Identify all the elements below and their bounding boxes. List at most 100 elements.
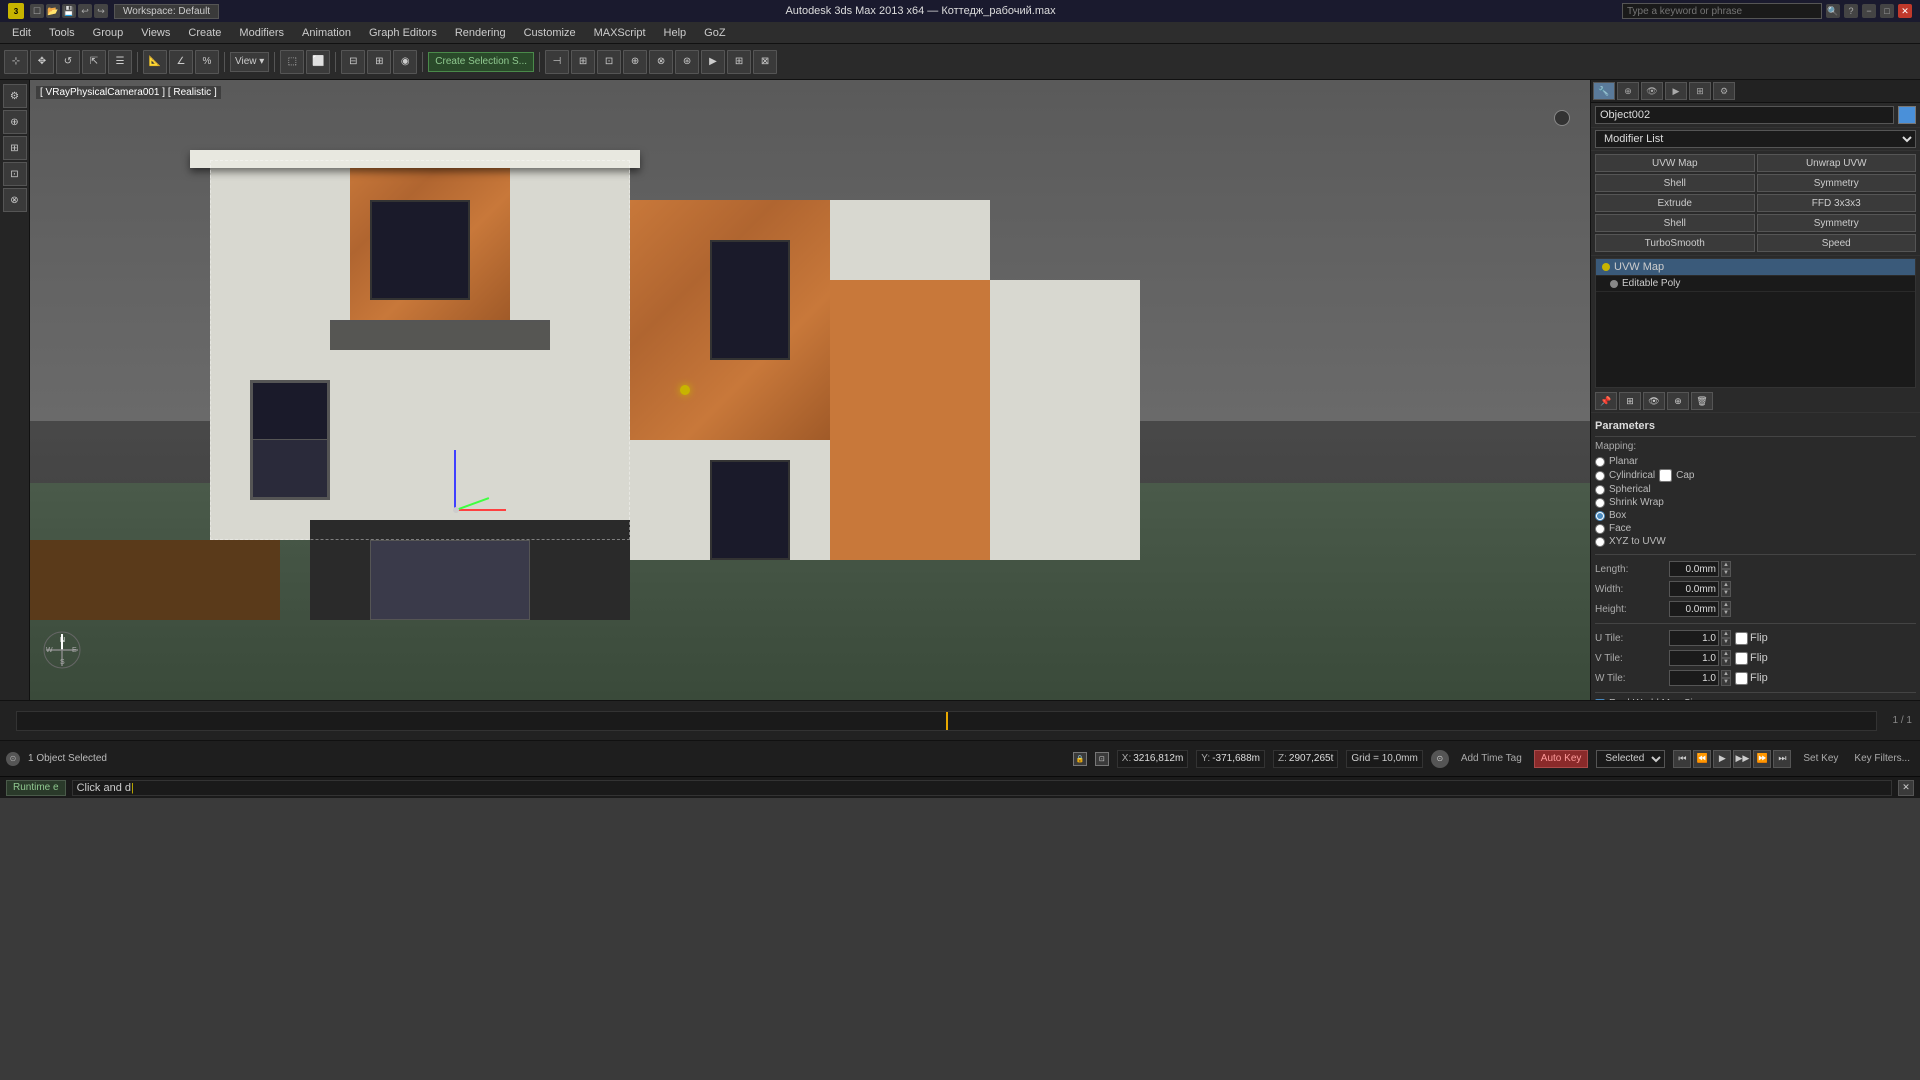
tab-display[interactable]: 👁 [1641,82,1663,100]
go-to-end[interactable]: ⏭ [1773,750,1791,768]
v-flip-checkbox[interactable] [1735,652,1748,665]
stack-item-uwwmap[interactable]: UVW Map [1596,259,1915,276]
view-dropdown[interactable]: View ▾ [230,52,269,72]
mirror-tool[interactable]: ⊣ [545,50,569,74]
maximize-button[interactable]: □ [1880,4,1894,18]
mod-btn-ffd3x3x3[interactable]: FFD 3x3x3 [1757,194,1917,212]
menu-views[interactable]: Views [133,25,178,41]
menu-group[interactable]: Group [85,25,132,41]
left-tool-2[interactable]: ⊕ [3,110,27,134]
left-tool-5[interactable]: ⊗ [3,188,27,212]
scale-tool[interactable]: ⇱ [82,50,106,74]
w-tile-input[interactable] [1669,670,1719,686]
tab-utilities[interactable]: ⚙ [1713,82,1735,100]
key-filters-link[interactable]: Key Filters... [1850,753,1914,764]
viewport[interactable]: [ VRayPhysicalCamera001 ] [ Realistic ] [30,80,1590,700]
height-input[interactable] [1669,601,1719,617]
undo-btn[interactable]: ↩ [78,4,92,18]
render-setup[interactable]: ⊛ [675,50,699,74]
search-button[interactable]: 🔍 [1826,4,1840,18]
radio-shrinkwrap-input[interactable] [1595,498,1605,508]
timeline-track[interactable] [16,711,1877,731]
menu-modifiers[interactable]: Modifiers [231,25,292,41]
help-button[interactable]: ? [1844,4,1858,18]
w-tile-down[interactable]: ▼ [1721,678,1731,686]
u-tile-down[interactable]: ▼ [1721,638,1731,646]
select-tool[interactable]: ⊹ [4,50,28,74]
quick-render[interactable]: ▶ [701,50,725,74]
tab-modify[interactable]: 🔧 [1593,82,1615,100]
menu-animation[interactable]: Animation [294,25,359,41]
rotate-tool[interactable]: ↺ [56,50,80,74]
menu-tools[interactable]: Tools [41,25,83,41]
script-close[interactable]: ✕ [1898,780,1914,796]
runtime-button[interactable]: Runtime e [6,780,66,796]
select-by-name[interactable]: ☰ [108,50,132,74]
menu-goz[interactable]: GoZ [696,25,733,41]
radio-face-input[interactable] [1595,524,1605,534]
height-up[interactable]: ▲ [1721,601,1731,609]
play-anim[interactable]: ▶▶ [1733,750,1751,768]
left-tool-1[interactable]: ⚙ [3,84,27,108]
stack-pin[interactable]: 📌 [1595,392,1617,410]
object-color-swatch[interactable] [1898,106,1916,124]
selected-dropdown[interactable]: Selected [1596,750,1665,768]
menu-rendering[interactable]: Rendering [447,25,514,41]
move-tool[interactable]: ✥ [30,50,54,74]
add-time-tag[interactable]: Add Time Tag [1457,753,1526,764]
menu-maxscript[interactable]: MAXScript [586,25,654,41]
workspace-selector[interactable]: Workspace: Default [114,4,219,19]
render-frame[interactable]: ⊞ [727,50,751,74]
window-crossing[interactable]: ⬜ [306,50,330,74]
material-editor[interactable]: ⊠ [753,50,777,74]
next-frame[interactable]: ⏩ [1753,750,1771,768]
lock-icon[interactable]: 🔒 [1073,752,1087,766]
script-input[interactable]: Click and d | [72,780,1892,796]
stack-make-unique[interactable]: ⊕ [1667,392,1689,410]
tab-motion[interactable]: ▶ [1665,82,1687,100]
mod-btn-symmetry-1[interactable]: Symmetry [1757,174,1917,192]
search-input[interactable] [1622,3,1822,19]
mod-btn-turbosmooth[interactable]: TurboSmooth [1595,234,1755,252]
menu-customize[interactable]: Customize [516,25,584,41]
stack-show-end[interactable]: ⊞ [1619,392,1641,410]
menu-create[interactable]: Create [180,25,229,41]
u-tile-input[interactable] [1669,630,1719,646]
group-manager[interactable]: ⊗ [649,50,673,74]
quick-align[interactable]: ⊡ [597,50,621,74]
align-tool[interactable]: ⊟ [341,50,365,74]
w-tile-up[interactable]: ▲ [1721,670,1731,678]
radio-box-input[interactable] [1595,511,1605,521]
left-tool-4[interactable]: ⊡ [3,162,27,186]
play-btn-main[interactable]: ▶ [1713,750,1731,768]
mod-btn-shell-1[interactable]: Shell [1595,174,1755,192]
menu-help[interactable]: Help [656,25,695,41]
height-down[interactable]: ▼ [1721,609,1731,617]
stack-remove[interactable]: 🗑 [1691,392,1713,410]
object-name-input[interactable] [1595,106,1894,124]
save-btn[interactable]: 💾 [62,4,76,18]
v-tile-down[interactable]: ▼ [1721,658,1731,666]
select-region[interactable]: ⬚ [280,50,304,74]
menu-graph-editors[interactable]: Graph Editors [361,25,445,41]
normal-align[interactable]: ⊞ [367,50,391,74]
width-up[interactable]: ▲ [1721,581,1731,589]
modifier-list-dropdown[interactable]: Modifier List [1595,130,1916,148]
array-tool[interactable]: ⊞ [571,50,595,74]
tab-create[interactable]: ⊕ [1617,82,1639,100]
new-btn[interactable]: ☐ [30,4,44,18]
snapping-icon[interactable]: ⊙ [1431,750,1449,768]
angle-snap[interactable]: ∠ [169,50,193,74]
length-down[interactable]: ▼ [1721,569,1731,577]
tab-hierarchy[interactable]: ⊞ [1689,82,1711,100]
u-tile-up[interactable]: ▲ [1721,630,1731,638]
open-btn[interactable]: 📂 [46,4,60,18]
v-tile-up[interactable]: ▲ [1721,650,1731,658]
cap-checkbox[interactable] [1659,469,1672,482]
mod-btn-symmetry-2[interactable]: Symmetry [1757,214,1917,232]
create-selection-set[interactable]: Create Selection S... [428,52,534,72]
w-flip-checkbox[interactable] [1735,672,1748,685]
mod-btn-shell-2[interactable]: Shell [1595,214,1755,232]
transform-lock-icon[interactable]: ⊡ [1095,752,1109,766]
mod-btn-uww-map[interactable]: UVW Map [1595,154,1755,172]
